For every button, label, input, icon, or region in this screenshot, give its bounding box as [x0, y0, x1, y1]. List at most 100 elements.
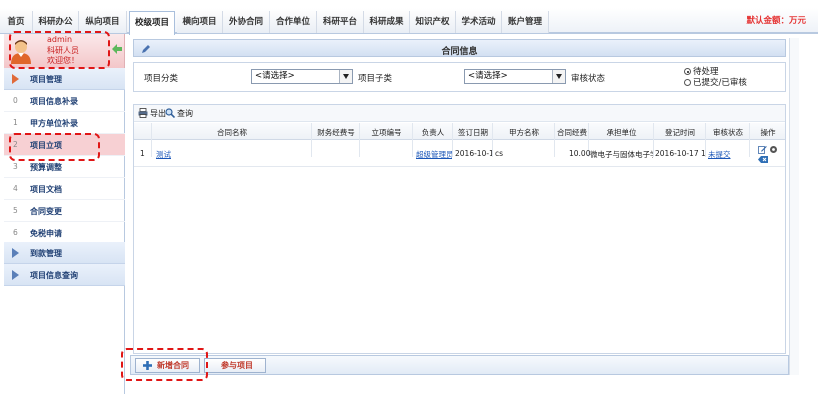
plus-icon	[143, 361, 152, 370]
edit-icon[interactable]	[758, 145, 767, 154]
sign-date-cell: 2016-10-1	[455, 149, 492, 158]
tab-horizontal-projects[interactable]: 横向项目	[177, 11, 223, 33]
radio-unchecked-icon	[684, 79, 691, 86]
sidebar-item-label: 免税申请	[30, 229, 62, 238]
column-header[interactable]: 合同经费	[555, 127, 589, 138]
sidebar-group-label: 到款管理	[30, 249, 62, 258]
join-project-label: 参与项目	[221, 361, 253, 370]
panel-header: 合同信息	[133, 39, 786, 57]
tab-research-office[interactable]: 科研办公	[33, 11, 79, 33]
radio-checked-icon	[684, 68, 691, 75]
sidebar-item-label: 项目立项	[30, 141, 62, 150]
column-header[interactable]: 合同名称	[152, 127, 312, 138]
tab-vertical-projects[interactable]: 纵向项目	[79, 11, 127, 33]
expand-triangle-icon	[12, 74, 19, 84]
category-select[interactable]: <请选择>	[251, 69, 353, 84]
sidebar-item-label: 预算调整	[30, 163, 62, 172]
export-button[interactable]: 导出	[138, 108, 166, 120]
status-label: 审核状态	[571, 74, 606, 84]
party-a-cell: cs	[495, 149, 504, 158]
add-contract-button[interactable]: 新增合同	[135, 358, 200, 373]
amount-cell: 10.00	[569, 149, 591, 158]
tab-research-results[interactable]: 科研成果	[364, 11, 410, 33]
item-number: 1	[13, 118, 18, 127]
expand-triangle-icon	[12, 248, 19, 258]
contract-grid: 导出 查询 合同名称 财务经费号 立项编号 负责人 签订日期 甲方名称 合同经费…	[133, 104, 786, 354]
vertical-scrollbar[interactable]	[789, 38, 799, 375]
filter-bar: 项目分类 <请选择> 项目子类 <请选择> 审核状态 待处理 已提交/已审核	[133, 62, 786, 92]
expand-triangle-icon	[12, 270, 19, 280]
table-row[interactable]: 1 测试 超级管理员 2016-10-1 cs 10.00 微电子与固体电子学 …	[134, 141, 785, 167]
query-label: 查询	[177, 109, 193, 118]
chevron-down-icon	[339, 70, 352, 83]
item-number: 0	[13, 96, 18, 105]
subcategory-select[interactable]: <请选择>	[464, 69, 566, 84]
panel-title: 合同信息	[441, 47, 478, 57]
subcategory-label: 项目子类	[358, 74, 393, 84]
export-label: 导出	[150, 109, 166, 118]
column-header[interactable]: 审核状态	[706, 127, 750, 138]
delete-icon[interactable]	[758, 156, 768, 163]
column-header[interactable]: 操作	[750, 127, 786, 138]
reg-time-cell: 2016-10-17 13	[655, 149, 705, 158]
sidebar-item-budget-adjustment[interactable]: 3 预算调整	[4, 156, 125, 178]
gear-icon[interactable]	[769, 145, 778, 154]
sidebar-group-project-management[interactable]: 项目管理	[4, 68, 125, 90]
add-contract-label: 新增合同	[157, 361, 189, 370]
collapse-sidebar-icon[interactable]	[112, 44, 122, 54]
column-header[interactable]: 立项编号	[360, 127, 413, 138]
sidebar-item-project-approval[interactable]: 2 项目立项	[4, 134, 125, 156]
sidebar-item-project-info-supplement[interactable]: 0 项目信息补录	[4, 90, 125, 112]
status-option-label: 已提交/已审核	[693, 78, 747, 88]
item-number: 3	[13, 162, 18, 171]
item-number: 5	[13, 206, 18, 215]
username: admin	[47, 35, 73, 44]
tab-outsourced-contracts[interactable]: 外协合同	[223, 11, 270, 33]
column-header[interactable]: 签订日期	[453, 127, 493, 138]
sidebar-group-label: 项目管理	[30, 75, 62, 84]
category-select-value: <请选择>	[255, 71, 295, 81]
tab-account-management[interactable]: 账户管理	[502, 11, 549, 33]
column-header[interactable]: 财务经费号	[312, 127, 360, 138]
sidebar-group-project-query[interactable]: 项目信息查询	[4, 264, 125, 286]
search-icon	[165, 108, 175, 118]
column-header[interactable]: 负责人	[413, 127, 453, 138]
top-nav: 首页 科研办公 纵向项目 校级项目 横向项目 外协合同 合作单位 科研平台 科研…	[0, 8, 818, 35]
sidebar-item-contract-change[interactable]: 5 合同变更	[4, 200, 125, 222]
tab-academic-activities[interactable]: 学术活动	[456, 11, 502, 33]
default-amount-label: 默认金额：万元	[746, 16, 806, 26]
welcome-text: 欢迎您！	[47, 56, 79, 65]
join-project-button[interactable]: 参与项目	[204, 358, 266, 373]
sidebar: 项目管理 0 项目信息补录 1 甲方单位补录 2 项目立项 3 预算调整 4 项…	[4, 68, 125, 394]
tab-intellectual-property[interactable]: 知识产权	[410, 11, 456, 33]
printer-icon	[138, 108, 148, 118]
query-button[interactable]: 查询	[165, 108, 193, 120]
sidebar-item-label: 项目文档	[30, 185, 62, 194]
sidebar-item-project-documents[interactable]: 4 项目文档	[4, 178, 125, 200]
leader-link[interactable]: 超级管理员	[416, 149, 452, 160]
item-number: 4	[13, 184, 18, 193]
contract-name-link[interactable]: 测试	[156, 149, 171, 160]
sidebar-item-label: 项目信息补录	[30, 97, 78, 106]
sidebar-item-label: 合同变更	[30, 207, 62, 216]
subcategory-select-value: <请选择>	[468, 71, 508, 81]
tab-home[interactable]: 首页	[0, 11, 33, 33]
column-header[interactable]: 登记时间	[654, 127, 706, 138]
user-info: admin 科研人员 欢迎您！	[4, 34, 125, 68]
status-link[interactable]: 未提交	[708, 149, 731, 160]
status-option-submitted[interactable]: 已提交/已审核	[684, 76, 747, 88]
sidebar-group-payment-management[interactable]: 到款管理	[4, 242, 125, 264]
bottom-toolbar: 新增合同 参与项目	[130, 355, 789, 375]
sidebar-item-tax-exemption[interactable]: 6 免税申请	[4, 222, 125, 244]
sidebar-item-label: 甲方单位补录	[30, 119, 78, 128]
tab-research-platform[interactable]: 科研平台	[317, 11, 364, 33]
chevron-down-icon	[552, 70, 565, 83]
tab-school-projects[interactable]: 校级项目	[129, 11, 175, 35]
grid-toolbar: 导出 查询	[134, 105, 785, 122]
column-header[interactable]: 甲方名称	[493, 127, 555, 138]
unit-cell: 微电子与固体电子学	[590, 150, 653, 159]
tab-partners[interactable]: 合作单位	[270, 11, 317, 33]
sidebar-item-party-a-supplement[interactable]: 1 甲方单位补录	[4, 112, 125, 134]
column-header[interactable]: 承担单位	[589, 127, 654, 138]
category-label: 项目分类	[144, 74, 179, 84]
